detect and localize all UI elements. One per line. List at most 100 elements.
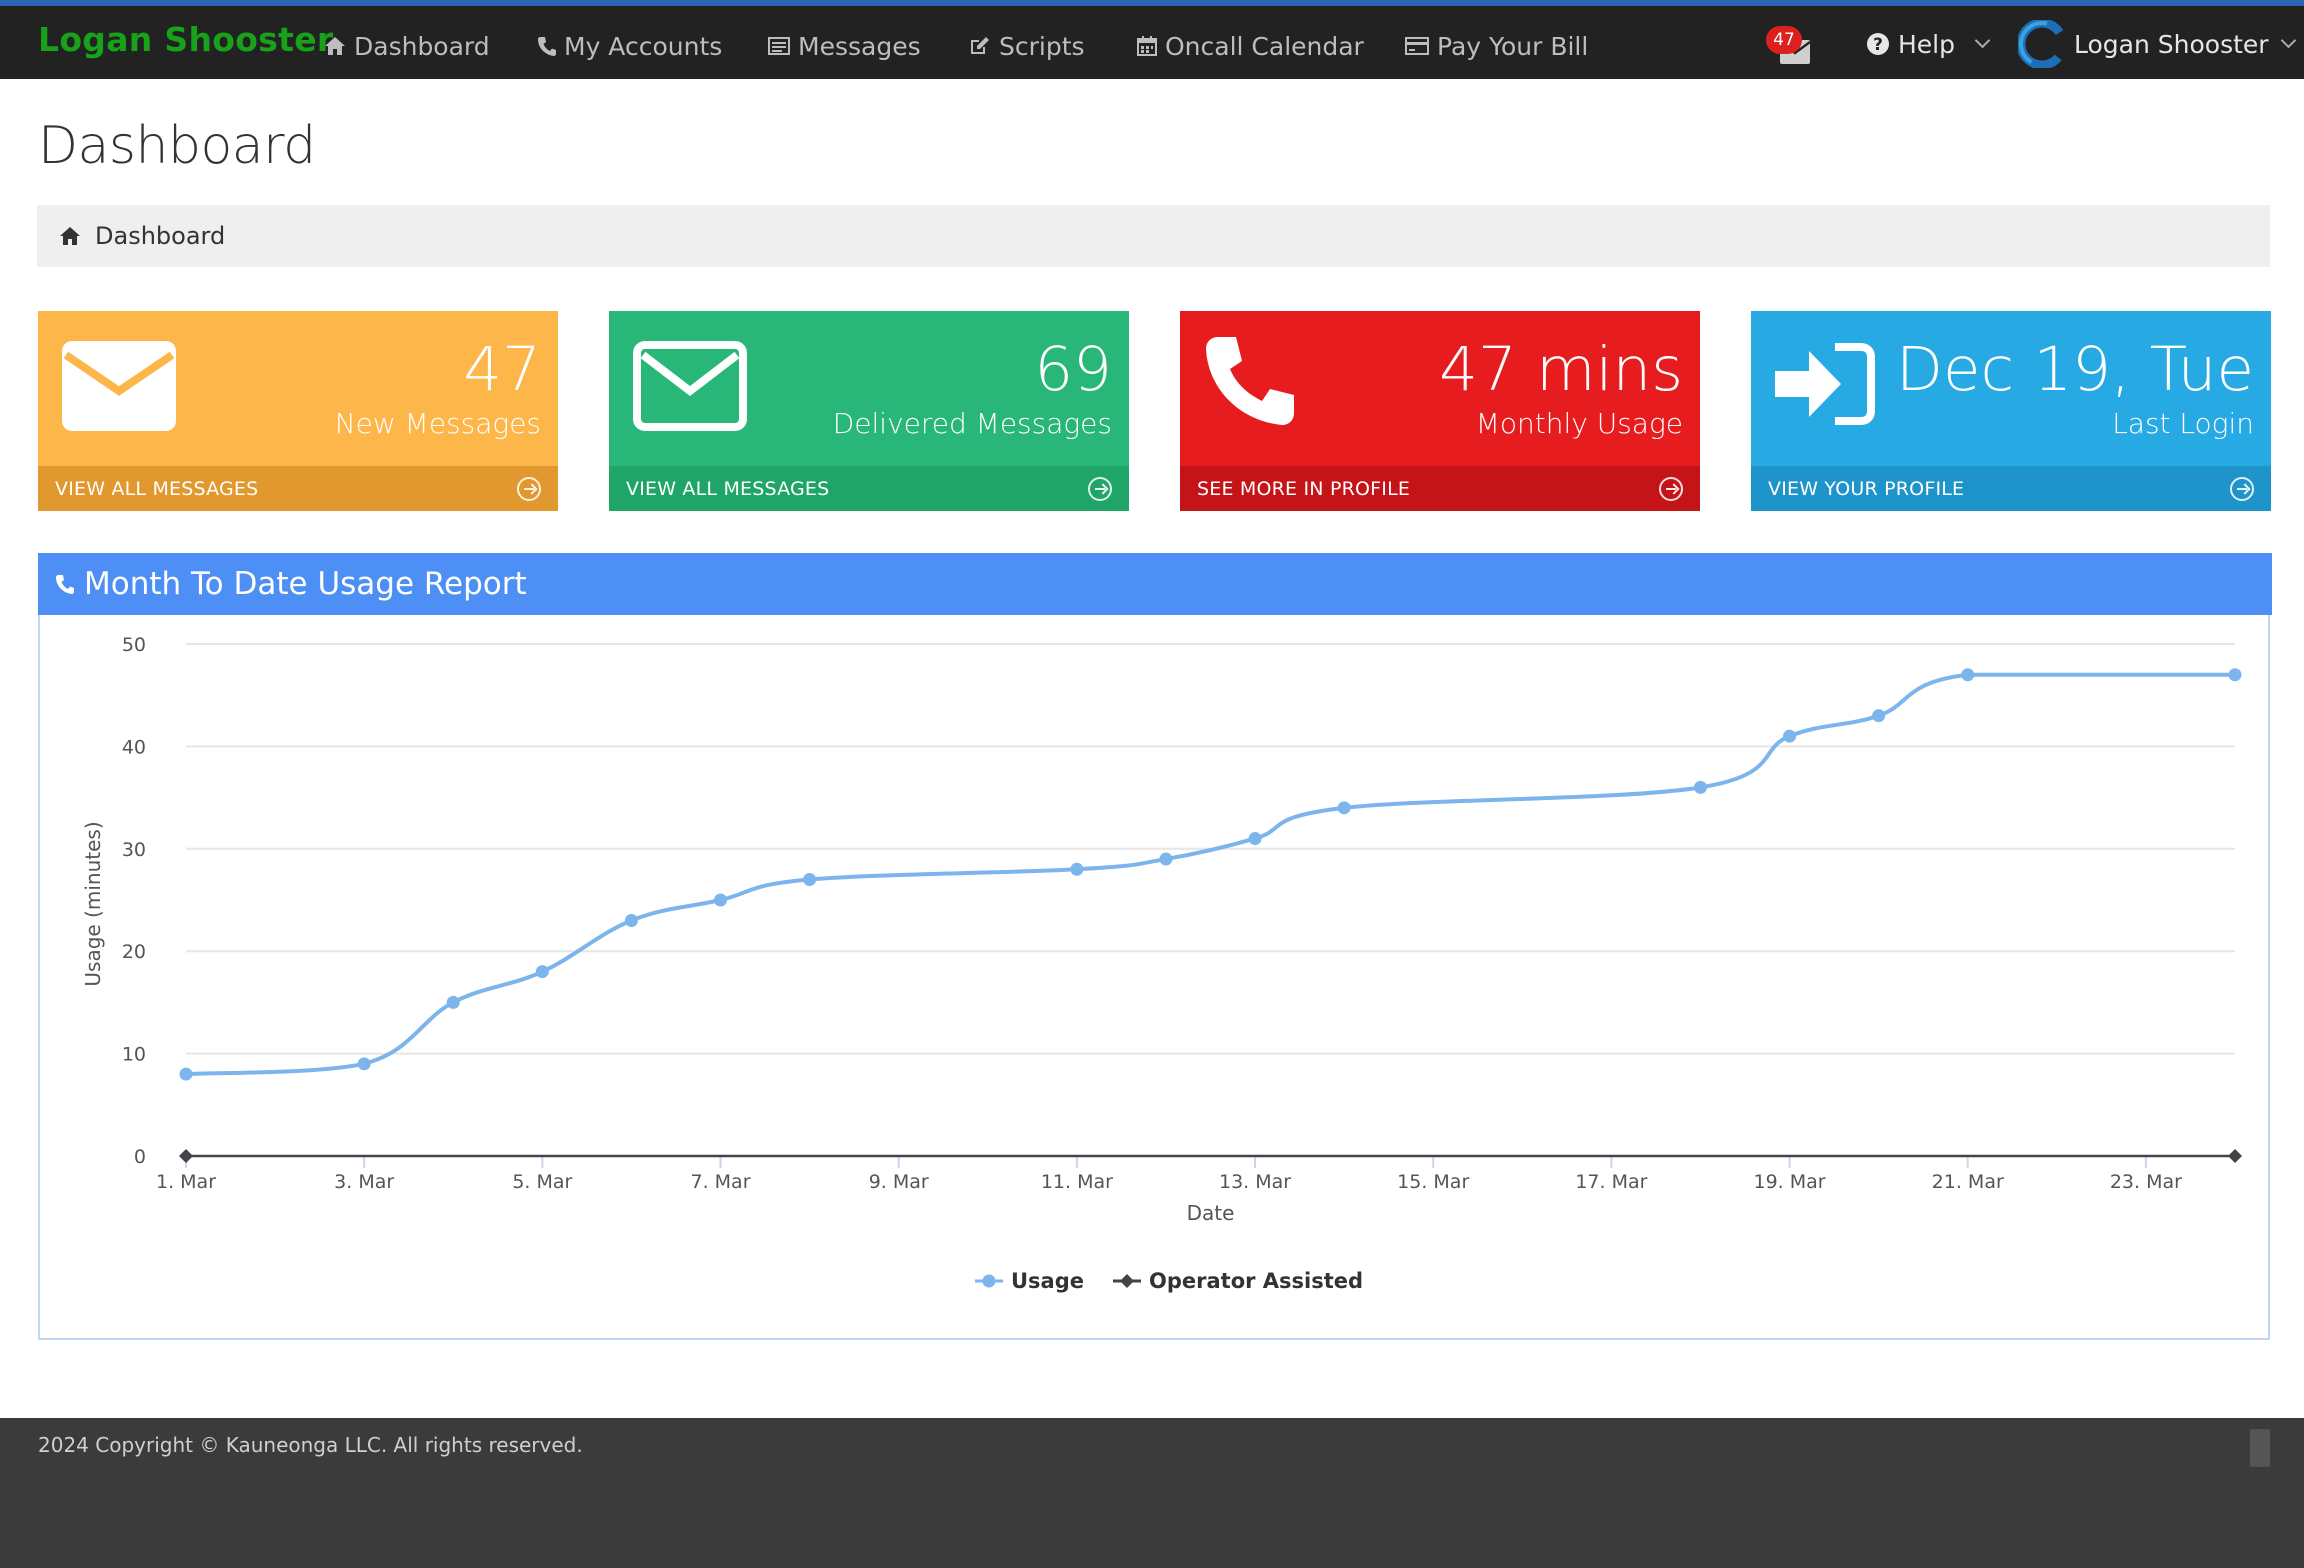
usage-point	[803, 873, 817, 887]
operator-assisted-legend-marker	[1120, 1274, 1134, 1288]
y-axis-title: Usage (minutes)	[81, 821, 105, 986]
usage-point	[1159, 852, 1173, 866]
usage-point	[1248, 832, 1262, 846]
arrow-circle-right-icon	[1088, 476, 1112, 501]
see-more-in-profile-link[interactable]: SEE MORE IN PROFILE	[1180, 466, 1700, 511]
x-tick-label: 1. Mar	[156, 1171, 216, 1193]
usage-report-header: Month To Date Usage Report	[38, 553, 2272, 615]
view-all-messages-label: VIEW ALL MESSAGES	[55, 477, 259, 500]
x-tick-label: 23. Mar	[2110, 1171, 2182, 1193]
usage-point	[714, 893, 728, 907]
page-title: Dashboard	[38, 116, 316, 176]
calendar-icon	[1137, 36, 1157, 56]
question-circle-icon: ?	[1867, 33, 1889, 55]
delivered-messages-label: Delivered Messages	[832, 407, 1112, 440]
y-tick-label: 20	[122, 941, 146, 963]
nav-my-accounts-label: My Accounts	[564, 31, 723, 61]
nav-oncall-calendar[interactable]: Oncall Calendar	[1137, 26, 1364, 66]
home-icon	[325, 37, 345, 55]
messages-notification[interactable]: 47	[1766, 26, 1816, 70]
scroll-to-top-button[interactable]	[2250, 1429, 2270, 1467]
usage-point	[1961, 668, 1975, 682]
help-label: Help	[1898, 29, 1955, 59]
top-navbar: Logan Shooster Dashboard My Accounts Mes…	[0, 0, 2304, 79]
operator-assisted-legend-label: Operator Assisted	[1149, 1269, 1363, 1293]
usage-line-chart: 0 10 20 30 40 50 1. Mar 3. Mar 5. Mar 7. Mar 9. Ma…	[81, 634, 2242, 1293]
y-tick-label: 50	[122, 634, 146, 656]
user-name: Logan Shooster	[2074, 29, 2269, 59]
usage-point	[535, 965, 549, 979]
brand-logo[interactable]: Logan Shooster	[38, 20, 333, 59]
nav-oncall-calendar-label: Oncall Calendar	[1165, 31, 1364, 61]
chevron-down-icon	[1974, 32, 1991, 48]
nav-pay-your-bill[interactable]: Pay Your Bill	[1405, 26, 1588, 66]
breadcrumb-item-dashboard[interactable]: Dashboard	[95, 222, 225, 250]
x-tick-label: 13. Mar	[1219, 1171, 1291, 1193]
view-all-delivered-link[interactable]: VIEW ALL MESSAGES	[609, 466, 1129, 511]
y-tick-label: 40	[122, 736, 146, 758]
nav-messages-label: Messages	[798, 31, 921, 61]
envelope-icon	[62, 341, 176, 431]
phone-icon	[1206, 337, 1294, 425]
y-tick-label: 30	[122, 839, 146, 861]
operator-assisted-point	[179, 1149, 193, 1163]
user-menu[interactable]: Logan Shooster	[2018, 18, 2296, 70]
view-all-messages-label: VIEW ALL MESSAGES	[626, 477, 830, 500]
avatar	[2018, 20, 2066, 68]
operator-assisted-point	[2228, 1149, 2242, 1163]
svg-text:?: ?	[1873, 35, 1883, 55]
nav-dashboard[interactable]: Dashboard	[324, 26, 490, 66]
usage-point	[2228, 668, 2242, 682]
usage-point	[1783, 729, 1797, 743]
usage-report-panel: Month To Date Usage Report 0 10 20 30 40 50 1.…	[38, 553, 2272, 1340]
y-tick-label: 0	[134, 1146, 146, 1168]
breadcrumb: Dashboard	[37, 205, 2270, 267]
x-tick-label: 21. Mar	[1932, 1171, 2004, 1193]
delivered-messages-card: 69 Delivered Messages VIEW ALL MESSAGES	[609, 311, 1129, 511]
phone-icon	[538, 37, 556, 56]
help-menu[interactable]: ? Help	[1866, 22, 1991, 66]
y-tick-label: 10	[122, 1044, 146, 1066]
usage-report-title: Month To Date Usage Report	[84, 566, 527, 602]
nav-scripts[interactable]: Scripts	[969, 26, 1085, 66]
view-your-profile-link[interactable]: VIEW YOUR PROFILE	[1751, 466, 2271, 511]
x-tick-label: 3. Mar	[334, 1171, 394, 1193]
arrow-circle-right-icon	[1659, 476, 1683, 501]
usage-point	[446, 995, 460, 1009]
usage-legend-marker	[982, 1274, 996, 1288]
delivered-messages-count: 69	[1034, 334, 1112, 405]
notification-count-badge: 47	[1766, 26, 1802, 54]
list-icon	[768, 37, 790, 55]
x-tick-label: 17. Mar	[1575, 1171, 1647, 1193]
x-tick-label: 5. Mar	[512, 1171, 572, 1193]
phone-icon	[56, 575, 74, 594]
x-tick-label: 11. Mar	[1041, 1171, 1113, 1193]
view-all-messages-link[interactable]: VIEW ALL MESSAGES	[38, 466, 558, 511]
x-tick-label: 7. Mar	[691, 1171, 751, 1193]
nav-dashboard-label: Dashboard	[354, 31, 490, 61]
usage-point	[357, 1057, 371, 1071]
see-more-in-profile-label: SEE MORE IN PROFILE	[1197, 477, 1411, 500]
page-footer: 2024 Copyright © Kauneonga LLC. All righ…	[0, 1418, 2304, 1568]
x-tick-label: 15. Mar	[1397, 1171, 1469, 1193]
arrow-circle-right-icon	[2230, 476, 2254, 501]
usage-legend-label: Usage	[1011, 1269, 1084, 1293]
usage-point	[1070, 862, 1084, 876]
usage-series-line	[185, 672, 2235, 1077]
nav-pay-your-bill-label: Pay Your Bill	[1437, 31, 1589, 61]
usage-point	[179, 1067, 193, 1081]
monthly-usage-card: 47 mins Monthly Usage SEE MORE IN PROFIL…	[1180, 311, 1700, 511]
chevron-down-icon	[2280, 32, 2296, 48]
nav-my-accounts[interactable]: My Accounts	[538, 26, 722, 66]
new-messages-count: 47	[463, 334, 541, 405]
x-tick-label: 19. Mar	[1754, 1171, 1826, 1193]
last-login-label: Last Login	[2112, 407, 2254, 440]
nav-messages[interactable]: Messages	[768, 26, 921, 66]
nav-scripts-label: Scripts	[999, 31, 1085, 61]
x-axis-title: Date	[1187, 1201, 1235, 1225]
usage-point	[1693, 780, 1707, 794]
usage-point	[1337, 801, 1351, 815]
x-tick-label: 9. Mar	[869, 1171, 929, 1193]
home-icon	[60, 227, 80, 245]
usage-point	[624, 913, 638, 927]
